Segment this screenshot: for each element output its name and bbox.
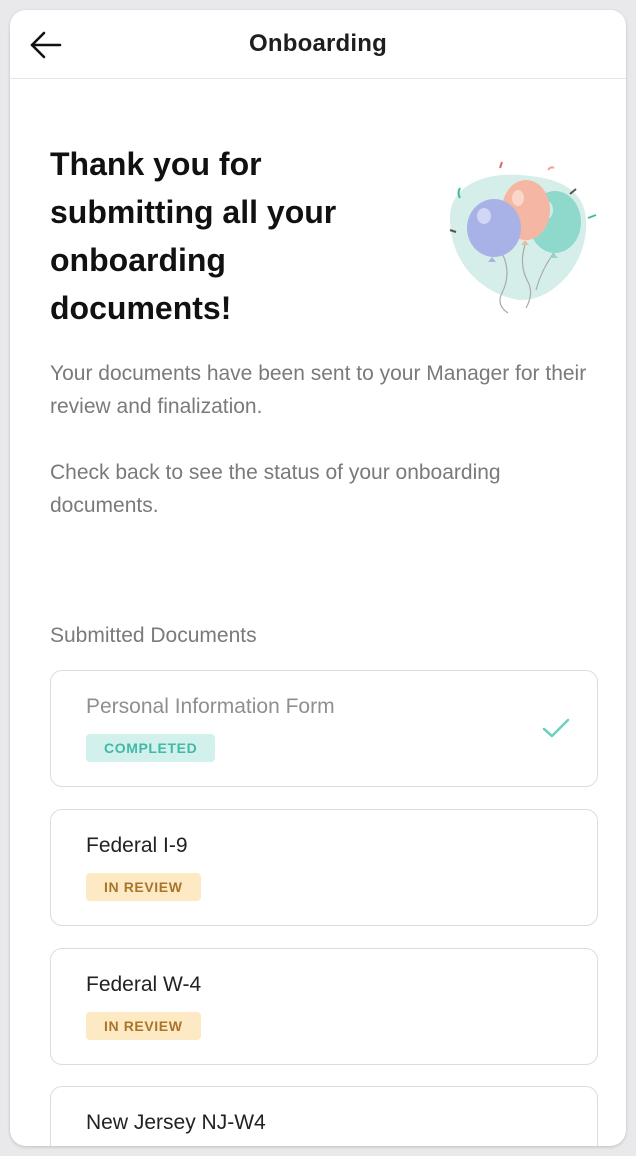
submitted-documents-label: Submitted Documents xyxy=(50,624,257,647)
status-badge: IN REVIEW xyxy=(86,1012,201,1040)
top-bar: Onboarding xyxy=(10,10,626,79)
document-name: Federal W-4 xyxy=(86,973,202,996)
status-badge: IN REVIEW xyxy=(86,873,201,901)
document-card-personal-information[interactable]: Personal Information Form COMPLETED xyxy=(50,670,598,787)
document-name: Federal I-9 xyxy=(86,834,188,857)
document-name: New Jersey NJ-W4 xyxy=(86,1111,266,1134)
document-card-federal-w4[interactable]: Federal W-4 IN REVIEW xyxy=(50,948,598,1065)
sent-to-manager-text: Your documents have been sent to your Ma… xyxy=(50,362,587,418)
phone-screen: Onboarding Thank you for submitting all … xyxy=(10,10,626,1146)
check-back-text: Check back to see the status of your onb… xyxy=(50,461,501,517)
checkmark-icon xyxy=(542,718,570,738)
balloons-illustration xyxy=(449,161,597,314)
document-name: Personal Information Form xyxy=(86,695,335,718)
document-card-nj-w4[interactable]: New Jersey NJ-W4 xyxy=(50,1086,598,1146)
status-badge: COMPLETED xyxy=(86,734,216,762)
hero-title: Thank you for submitting all your onboar… xyxy=(50,146,337,326)
page-title: Onboarding xyxy=(249,30,387,57)
document-card-federal-i9[interactable]: Federal I-9 IN REVIEW xyxy=(50,809,598,926)
